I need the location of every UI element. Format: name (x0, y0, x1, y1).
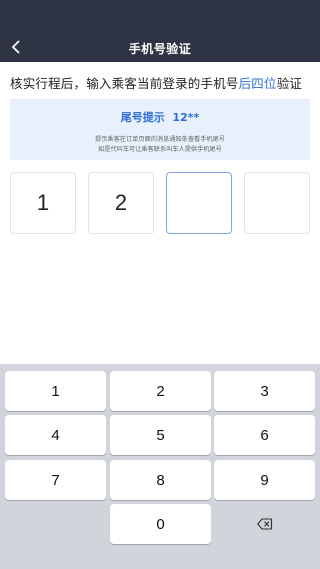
nav-bar: 手机号验证 (0, 0, 320, 62)
code-digit-box-1[interactable]: 1 (10, 172, 76, 234)
hint-value: 12** (172, 111, 200, 124)
instruction-prefix: 核实行程后，输入乘客当前登录的手机号 (10, 76, 239, 91)
key-0[interactable]: 0 (110, 504, 211, 544)
key-7[interactable]: 7 (5, 460, 106, 500)
key-9[interactable]: 9 (214, 460, 315, 500)
key-6[interactable]: 6 (214, 415, 315, 455)
key-2[interactable]: 2 (110, 371, 211, 411)
instruction-highlight: 后四位 (238, 76, 277, 91)
hint-line-2: 如是代叫车可让乘客联系叫车人提供手机尾号 (98, 146, 222, 153)
key-4[interactable]: 4 (5, 415, 106, 455)
hint-title: 尾号提示 12** (10, 109, 310, 125)
hint-line-1: 提示乘客在订单页面的消息通知条查看手机尾号 (95, 136, 225, 143)
key-1[interactable]: 1 (5, 371, 106, 411)
code-digit-box-3[interactable] (166, 172, 232, 234)
page-title: 手机号验证 (128, 42, 192, 56)
code-digit-box-2[interactable]: 2 (88, 172, 154, 234)
key-5[interactable]: 5 (110, 415, 211, 455)
code-digit-box-4[interactable] (244, 172, 310, 234)
key-3[interactable]: 3 (214, 371, 315, 411)
delete-key[interactable] (214, 504, 315, 544)
hint-label: 尾号提示 (120, 111, 165, 124)
hint-panel: 尾号提示 12** 提示乘客在订单页面的消息通知条查看手机尾号 如是代叫车可让乘… (10, 99, 310, 160)
instruction-suffix: 验证 (276, 76, 303, 91)
backspace-icon (256, 518, 272, 530)
key-blank (5, 504, 106, 544)
key-8[interactable]: 8 (110, 460, 211, 500)
numeric-keyboard: 1 2 3 4 5 6 7 8 9 0 (0, 364, 320, 569)
instruction-text: 核实行程后，输入乘客当前登录的手机号后四位验证 (10, 73, 315, 92)
